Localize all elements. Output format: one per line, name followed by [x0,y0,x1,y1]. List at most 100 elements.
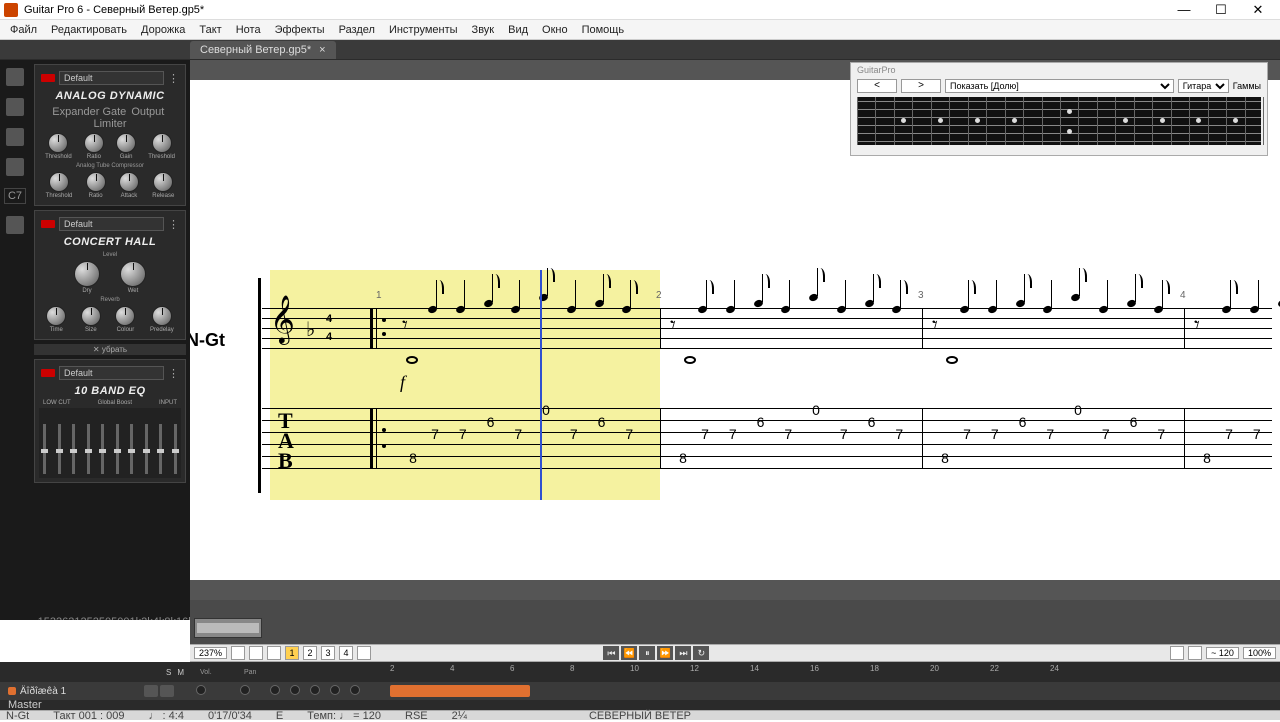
mic-tool-icon[interactable] [6,216,24,234]
menu-track[interactable]: Дорожка [137,22,189,38]
knob-colour[interactable]: Colour [115,306,135,333]
page-3[interactable]: 3 [321,646,335,660]
timeline-ruler[interactable]: Vol. Pan 2 4 6 8 10 12 14 16 18 20 22 24 [190,662,1280,682]
view-icon[interactable] [231,646,245,660]
solo-button[interactable] [144,685,158,697]
fx-analog-dynamic: Default ⋮ ANALOG DYNAMIC Expander Gate O… [34,64,186,206]
menu-help[interactable]: Помощь [578,22,629,38]
knob-attack[interactable]: Attack [119,172,139,199]
menu-window[interactable]: Окно [538,22,572,38]
fx-title: ANALOG DYNAMIC [39,87,181,105]
fret-show-select[interactable]: Показать [Долю] [945,79,1174,93]
metronome-icon[interactable] [1170,646,1184,660]
menu-tools[interactable]: Инструменты [385,22,462,38]
window-title: Guitar Pro 6 - Северный Ветер.gp5* [24,4,1166,16]
page-2[interactable]: 2 [303,646,317,660]
knob-threshold[interactable]: Threshold [45,133,72,160]
vol-knob[interactable] [196,685,206,695]
chord-tool-icon[interactable]: C7 [4,188,26,204]
go-start-button[interactable]: ⏮ [603,646,619,660]
fx-knob[interactable] [330,685,340,695]
track-region[interactable] [390,685,530,697]
knob-comp-ratio[interactable]: Ratio [86,172,106,199]
guitar-tool-icon[interactable] [6,98,24,116]
fret-scales-link[interactable]: Гаммы [1233,81,1261,91]
fx-menu-icon[interactable]: ⋮ [168,218,179,231]
rewind-button[interactable]: ⏪ [621,646,637,660]
menu-bar-m[interactable]: Такт [195,22,225,38]
fx-knob[interactable] [310,685,320,695]
eq-graph[interactable] [39,408,181,478]
knob-wet[interactable]: Wet [120,261,146,294]
status-bar: N-Gt Такт 001 : 009 ♩ : 4:4 0'17/0'34 E … [0,710,1280,720]
tab-close-icon[interactable]: × [319,44,325,56]
drums-tool-icon[interactable] [6,158,24,176]
fretboard[interactable] [857,97,1261,145]
knob-size[interactable]: Size [81,306,101,333]
arrangement-clip[interactable] [194,618,262,638]
mixer-header: S M Vol. Pan 2 4 6 8 10 12 14 16 18 20 2… [0,662,1280,682]
minimize-button[interactable]: — [1166,1,1202,19]
left-toolstrip: C7 [0,60,30,620]
page-first-icon[interactable] [267,646,281,660]
fx-menu-icon[interactable]: ⋮ [168,72,179,85]
fx-remove-button[interactable]: ✕ убрать [34,344,186,355]
zoom-select[interactable]: 237% [194,647,227,659]
treble-clef: 𝄞 [270,296,295,344]
note-tool-icon[interactable] [6,68,24,86]
knob-release[interactable]: Release [152,172,174,199]
pan-knob[interactable] [240,685,250,695]
knob-dry[interactable]: Dry [74,261,100,294]
menu-section[interactable]: Раздел [335,22,379,38]
fx-title: CONCERT HALL [39,233,181,251]
maximize-button[interactable]: ☐ [1203,1,1239,19]
fx-power-icon[interactable] [41,369,55,377]
transport: ⏮ ⏪ ⏸ ⏩ ⏭ ↻ [603,646,709,660]
page-4[interactable]: 4 [339,646,353,660]
track-name[interactable]: Äîðîæêà 1 [0,686,140,697]
menu-edit[interactable]: Редактировать [47,22,131,38]
document-tab[interactable]: Северный Ветер.gp5* × [190,41,336,59]
mute-button[interactable] [160,685,174,697]
fx-10band-eq: Default ⋮ 10 BAND EQ LOW CUT Global Boos… [34,359,186,483]
menu-effects[interactable]: Эффекты [271,22,329,38]
tempo-value[interactable]: ~ 120 [1206,647,1239,659]
close-button[interactable]: ✕ [1240,1,1276,19]
go-end-button[interactable]: ⏭ [675,646,691,660]
countdown-icon[interactable] [1188,646,1202,660]
master-row[interactable]: Master [0,700,1280,710]
loop-button[interactable]: ↻ [693,646,709,660]
knob-threshold2[interactable]: Threshold [148,133,175,160]
fret-instrument-select[interactable]: Гитара [1178,79,1229,93]
menu-note[interactable]: Нота [232,22,265,38]
fx-power-icon[interactable] [41,74,55,82]
menu-view[interactable]: Вид [504,22,532,38]
zoom2-value[interactable]: 100% [1243,647,1276,659]
page-1[interactable]: 1 [285,646,299,660]
fret-prev-button[interactable]: < [857,79,897,93]
menu-sound[interactable]: Звук [468,22,499,38]
fx-preset-select[interactable]: Default [59,217,164,231]
piano-tool-icon[interactable] [6,128,24,146]
layout-icon[interactable] [249,646,263,660]
fx-preset-select[interactable]: Default [59,366,164,380]
knob-ratio[interactable]: Ratio [84,133,104,160]
pause-button[interactable]: ⏸ [639,646,655,660]
knob-gain[interactable]: Gain [116,133,136,160]
fx-knob[interactable] [270,685,280,695]
fx-preset-select[interactable]: Default [59,71,164,85]
menu-file[interactable]: Файл [6,22,41,38]
knob-time[interactable]: Time [46,306,66,333]
track-row[interactable]: Äîðîæêà 1 [0,682,1280,700]
fret-next-button[interactable]: > [901,79,941,93]
knob-comp-threshold[interactable]: Threshold [46,172,73,199]
track-label: N-Gt [190,330,225,351]
arrangement-strip[interactable] [190,600,1280,644]
knob-predelay[interactable]: Predelay [150,306,174,333]
fx-knob[interactable] [350,685,360,695]
fx-knob[interactable] [290,685,300,695]
forward-button[interactable]: ⏩ [657,646,673,660]
fx-menu-icon[interactable]: ⋮ [168,367,179,380]
fx-power-icon[interactable] [41,220,55,228]
page-last-icon[interactable] [357,646,371,660]
